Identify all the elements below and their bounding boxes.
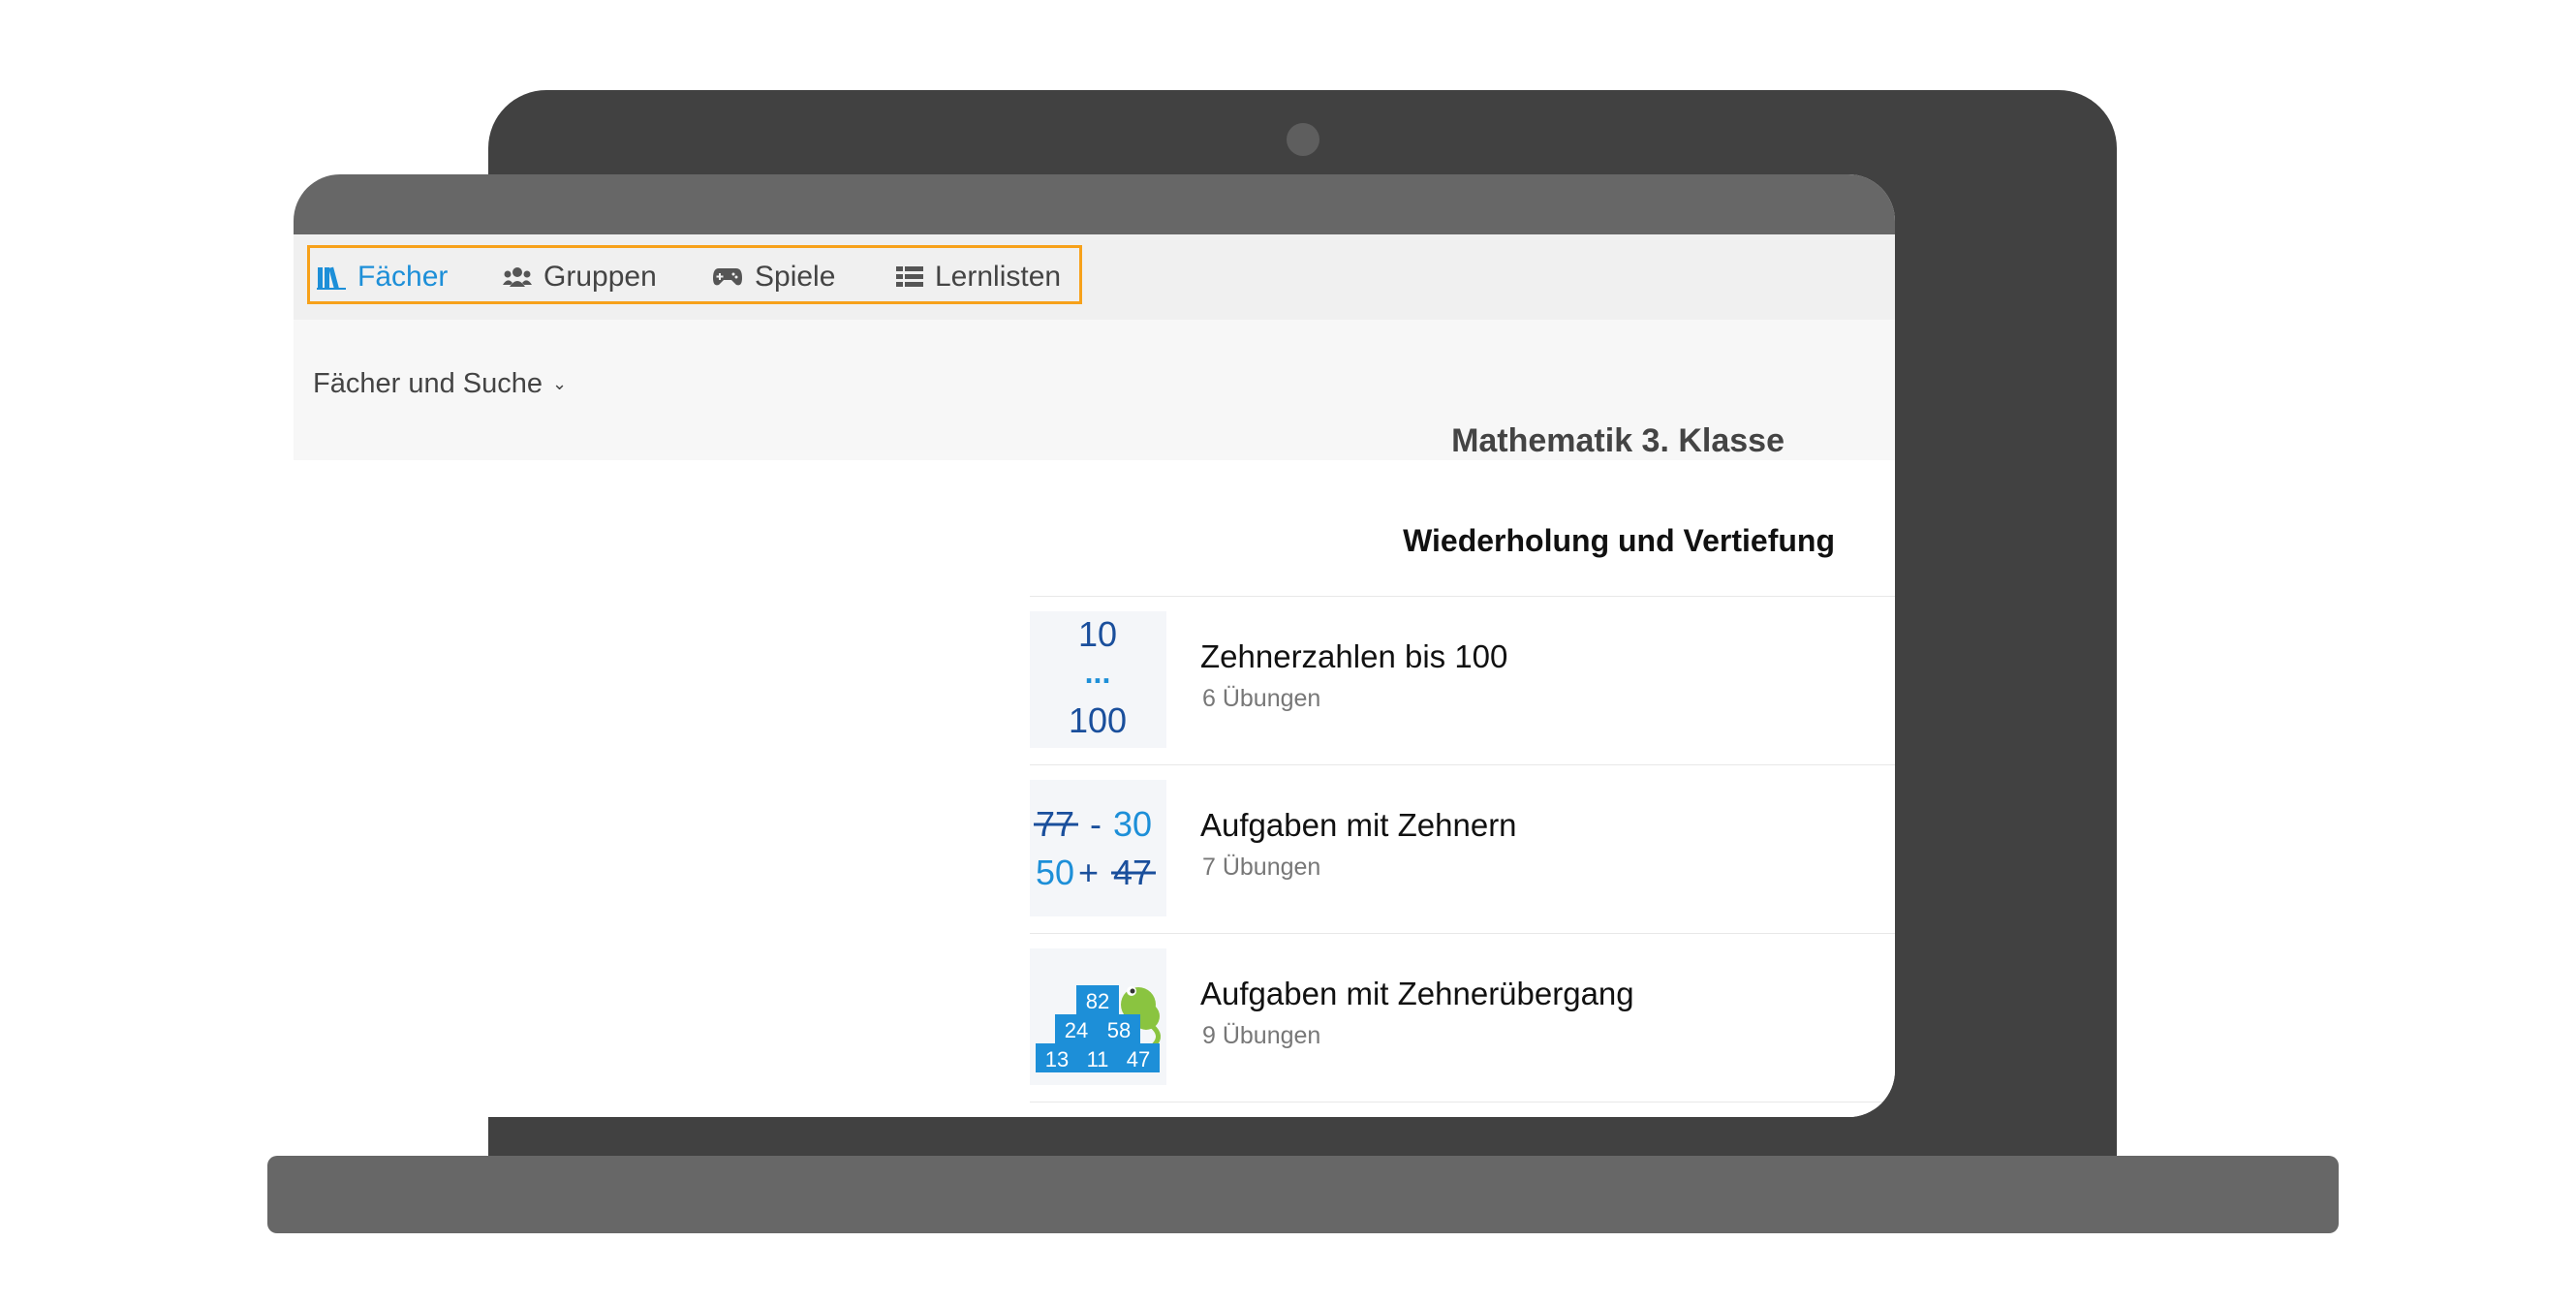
content-area: Wiederholung und Vertiefung 10 ... 100 Z… [294,460,1895,1117]
thumb-text: 24 [1065,1018,1088,1042]
nav-item-faecher[interactable]: Fächer [317,234,448,320]
item-thumbnail: 77 - 30 50 + 47 [1030,780,1166,916]
app-window: Fächer Gruppen Spiele Lernlisten Fächer … [294,174,1895,1117]
thumb-text: 11 [1087,1047,1109,1071]
nav-item-lernlisten[interactable]: Lernlisten [896,234,1061,320]
window-top-bar [294,174,1895,234]
books-icon [317,266,346,290]
thumb-text: - [1090,804,1102,844]
laptop-base [267,1156,2339,1233]
section-title: Wiederholung und Vertiefung [1403,523,1835,558]
page-title: Mathematik 3. Klasse [1451,422,1785,459]
item-title: Aufgaben mit Zehnern [1200,807,1517,843]
thumb-text: 58 [1107,1018,1131,1042]
subjects-dropdown-label: Fächer und Suche [313,368,543,399]
chevron-down-icon: ⌄ [551,374,568,393]
thumb-text: ... [1085,655,1111,690]
nav-label: Gruppen [543,261,657,293]
item-thumbnail: 82 24 58 13 11 47 [1030,948,1166,1085]
nav-label: Fächer [357,261,449,293]
item-subtitle: 7 Übungen [1202,854,1321,881]
thumb-text: 10 [1078,614,1117,654]
thumb-text: + [1078,853,1099,892]
item-title: Zehnerzahlen bis 100 [1200,638,1508,674]
list-item[interactable]: 82 24 58 13 11 47 Aufgaben mit Zehnerübe… [1030,933,1895,1102]
item-title: Aufgaben mit Zehnerübergang [1200,976,1634,1011]
users-icon [503,267,532,287]
thumb-text: 50 [1036,853,1074,892]
thumb-text: 13 [1045,1047,1069,1071]
main-nav: Fächer Gruppen Spiele Lernlisten [294,234,1895,320]
item-subtitle: 9 Übungen [1202,1022,1321,1049]
thumb-text: 82 [1086,989,1109,1013]
nav-label: Lernlisten [935,261,1062,293]
gamepad-icon [713,268,742,286]
list-icon [896,266,923,287]
nav-item-spiele[interactable]: Spiele [712,234,835,320]
nav-item-gruppen[interactable]: Gruppen [503,234,657,320]
thumb-text: 47 [1127,1047,1150,1071]
list-item[interactable]: 10 ... 100 Zehnerzahlen bis 100 6 Übunge… [1030,596,1895,764]
nav-label: Spiele [755,261,836,293]
subjects-dropdown[interactable]: Fächer und Suche ⌄ [313,368,567,400]
item-thumbnail: 10 ... 100 [1030,611,1166,748]
list-item[interactable]: 77 - 30 50 + 47 Aufgaben mit Zehnern 7 Ü… [1030,764,1895,933]
item-subtitle: 6 Übungen [1202,685,1321,712]
camera-dot [1287,123,1319,156]
thumb-text: 100 [1069,700,1127,740]
thumb-text: 30 [1113,804,1152,844]
